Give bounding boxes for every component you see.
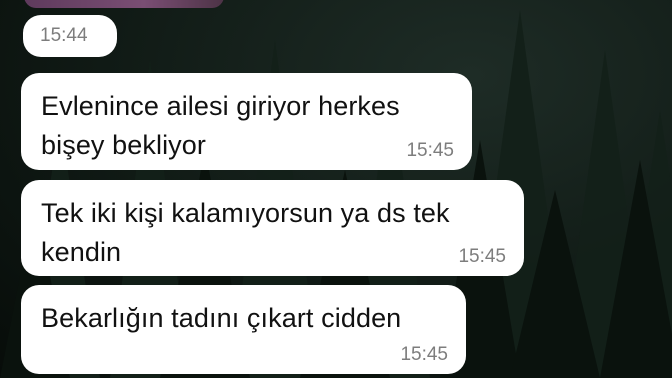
message-time: 15:45 xyxy=(406,140,454,161)
message-text: Bekarlığın tadını çıkart cidden xyxy=(41,299,401,338)
message-text: Evlenince ailesi giriyor herkes bişey be… xyxy=(41,87,400,165)
media-time-bubble: 15:44 xyxy=(23,15,117,57)
message-line: Bekarlığın tadını çıkart cidden xyxy=(41,303,402,333)
message-time: 15:44 xyxy=(40,25,88,46)
message-time: 15:45 xyxy=(400,344,448,365)
message-bubble[interactable]: Tek iki kişi kalamıyorsun ya ds tek kend… xyxy=(21,180,524,276)
message-time: 15:45 xyxy=(458,246,506,267)
message-line: bişey bekliyor xyxy=(41,130,206,160)
message-line: Evlenince ailesi giriyor herkes xyxy=(41,91,400,121)
previous-media-thumbnail[interactable] xyxy=(24,0,224,8)
message-line: kendin xyxy=(41,237,122,267)
message-text: Tek iki kişi kalamıyorsun ya ds tek kend… xyxy=(41,194,450,272)
message-bubble[interactable]: Evlenince ailesi giriyor herkes bişey be… xyxy=(21,73,472,170)
message-line: Tek iki kişi kalamıyorsun ya ds tek xyxy=(41,198,450,228)
message-bubble[interactable]: Bekarlığın tadını çıkart cidden 15:45 xyxy=(21,285,466,374)
